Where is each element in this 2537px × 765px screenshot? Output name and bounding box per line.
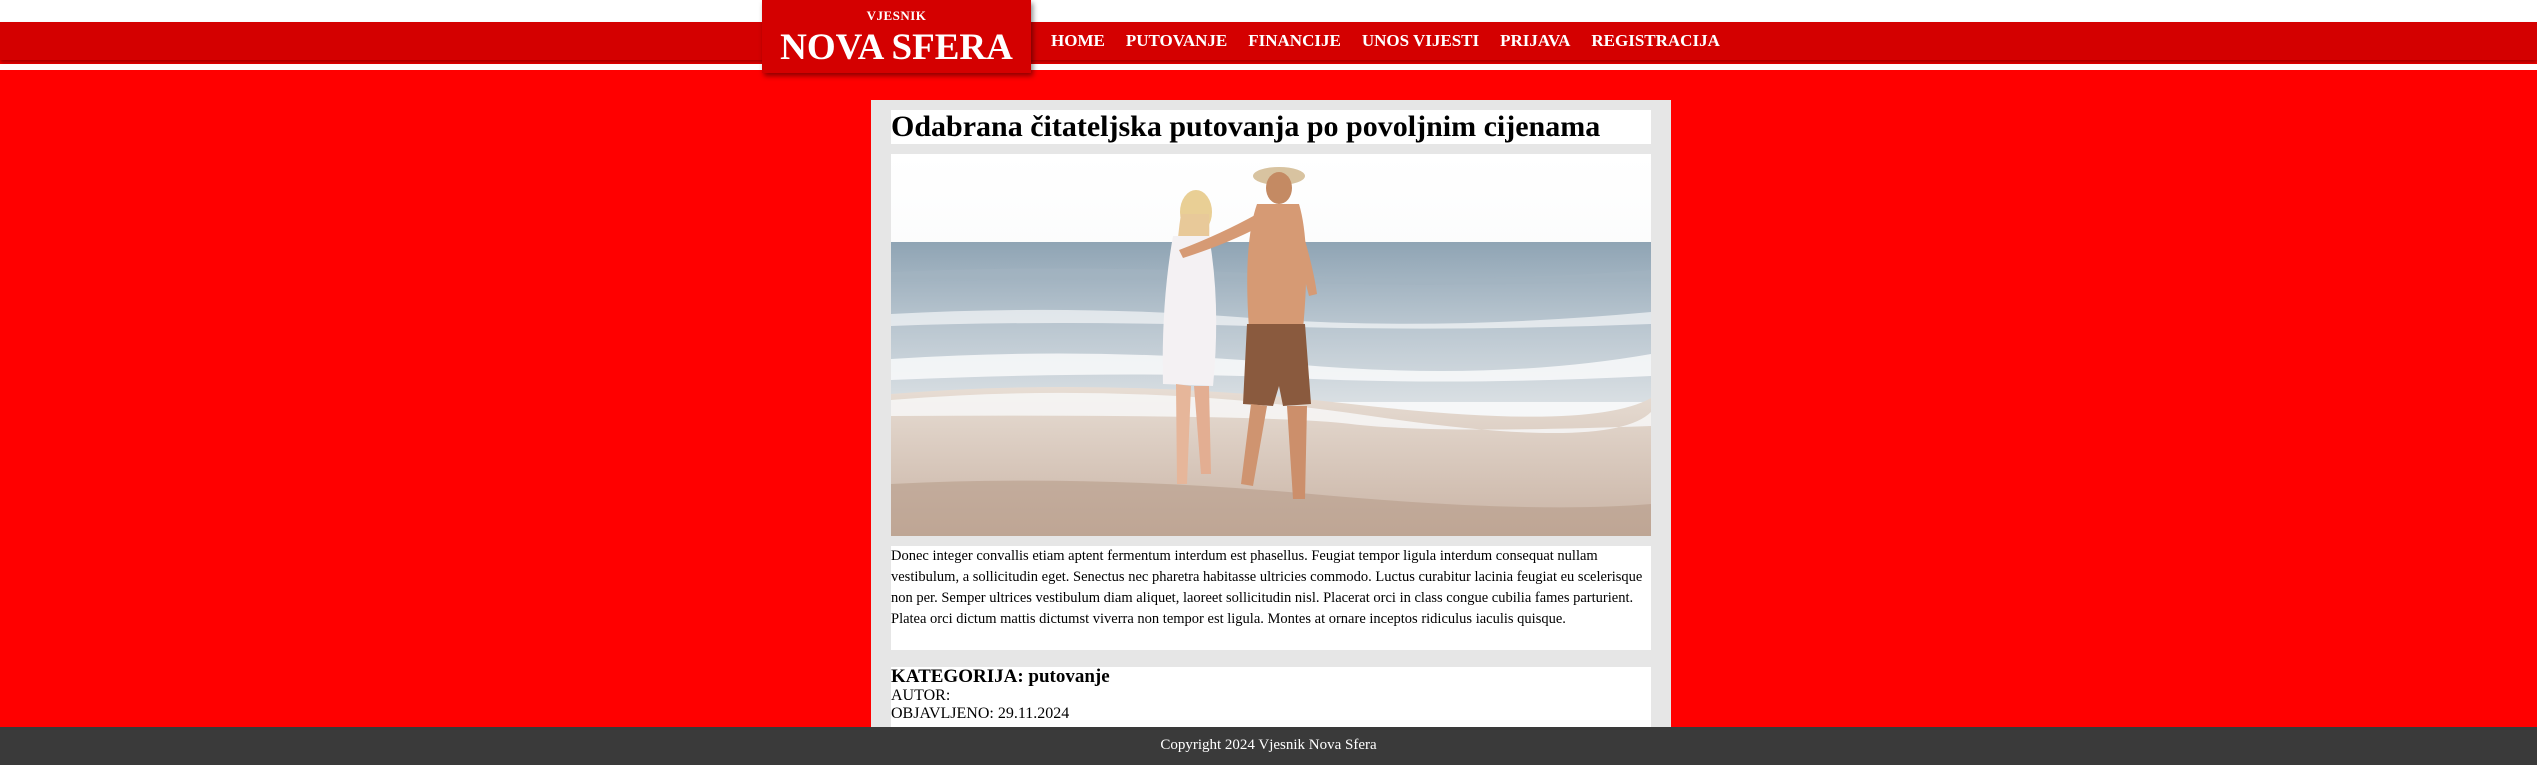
logo-subtitle: VJESNIK bbox=[866, 8, 927, 23]
article-title-box: Odabrana čitateljska putovanja po povolj… bbox=[891, 110, 1651, 144]
logo-title: NOVA SFERA bbox=[780, 27, 1013, 68]
nav-unos-vijesti[interactable]: UNOS VIJESTI bbox=[1362, 31, 1479, 51]
article-meta: KATEGORIJA: putovanje AUTOR: OBJAVLJENO:… bbox=[891, 667, 1651, 730]
nav-putovanje[interactable]: PUTOVANJE bbox=[1126, 31, 1227, 51]
footer-copyright: Copyright 2024 Vjesnik Nova Sfera bbox=[1160, 737, 1377, 753]
footer: Copyright 2024 Vjesnik Nova Sfera bbox=[0, 727, 2537, 765]
article-image bbox=[891, 154, 1651, 536]
article: Odabrana čitateljska putovanja po povolj… bbox=[871, 100, 1671, 730]
article-category: KATEGORIJA: putovanje bbox=[891, 666, 1110, 687]
article-text: Donec integer convallis etiam aptent fer… bbox=[891, 548, 1643, 627]
nav-registracija[interactable]: REGISTRACIJA bbox=[1591, 31, 1719, 51]
article-date: OBJAVLJENO: 29.11.2024 bbox=[891, 705, 1070, 722]
site-logo[interactable]: VJESNIK NOVA SFERA bbox=[762, 0, 1031, 73]
article-body: Donec integer convallis etiam aptent fer… bbox=[891, 546, 1651, 650]
nav-home[interactable]: HOME bbox=[1051, 31, 1105, 51]
beach-photo bbox=[891, 154, 1651, 536]
article-author: AUTOR: bbox=[891, 687, 951, 704]
main-nav: HOME PUTOVANJE FINANCIJE UNOS VIJESTI PR… bbox=[1051, 22, 1720, 60]
nav-under-strip bbox=[0, 64, 2537, 70]
top-white-strip bbox=[0, 0, 2537, 22]
nav-prijava[interactable]: PRIJAVA bbox=[1500, 31, 1570, 51]
nav-financije[interactable]: FINANCIJE bbox=[1248, 31, 1341, 51]
article-title[interactable]: Odabrana čitateljska putovanja po povolj… bbox=[891, 110, 1651, 144]
